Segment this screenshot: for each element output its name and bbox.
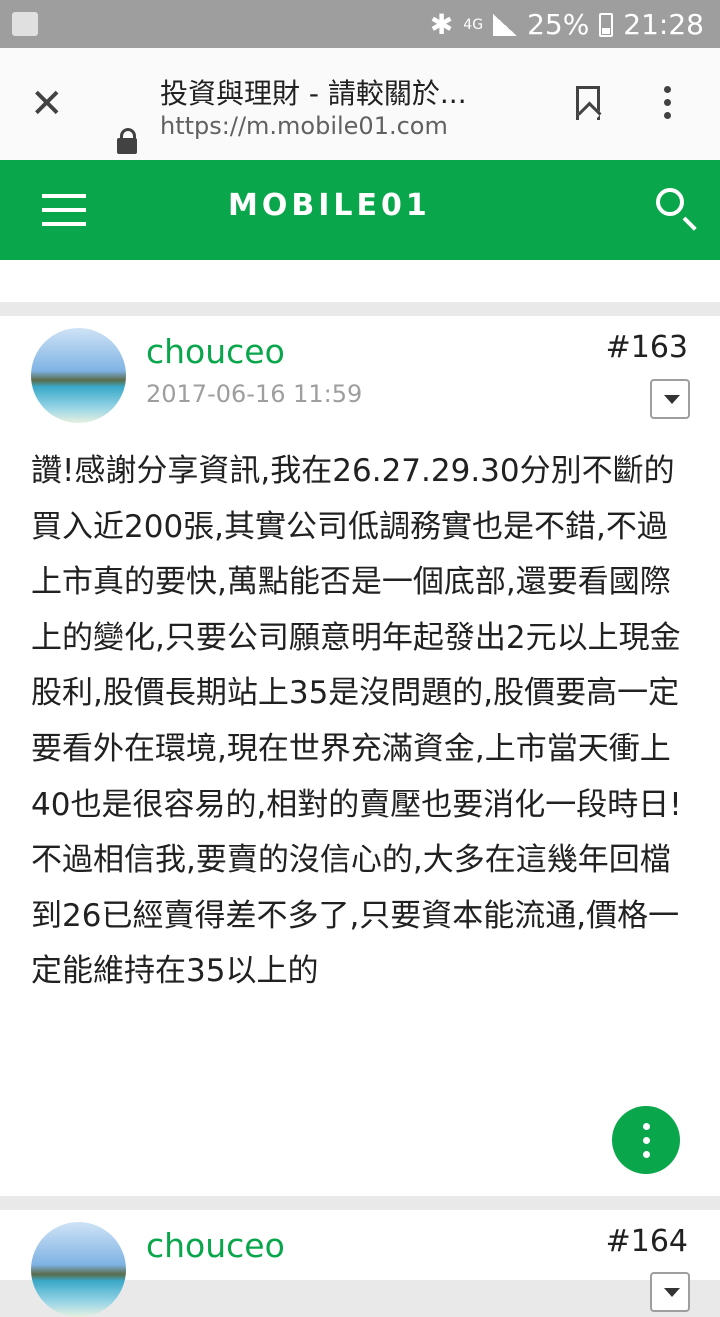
- avatar[interactable]: [31, 1222, 126, 1317]
- battery-percent: 25%: [527, 8, 590, 41]
- site-logo[interactable]: MOBILE01: [228, 188, 431, 223]
- site-header: MOBILE01: [0, 160, 720, 260]
- hamburger-menu-icon[interactable]: [42, 194, 86, 236]
- bookmark-icon[interactable]: [576, 86, 600, 120]
- close-icon[interactable]: ✕: [30, 84, 64, 124]
- post-options-dropdown[interactable]: [650, 1272, 690, 1312]
- post-date: 2017-06-16 11:59: [146, 380, 363, 408]
- bluetooth-icon: ✱: [429, 8, 454, 41]
- post-number: #163: [605, 330, 688, 365]
- header-spacer: [0, 260, 720, 302]
- post-number: #164: [605, 1224, 688, 1259]
- network-type: 4G: [463, 16, 484, 33]
- post-card: chouceo #164: [0, 1210, 720, 1317]
- post-body: 讚!感謝分享資訊,我在26.27.29.30分別不斷的買入近200張,其實公司低…: [31, 453, 682, 990]
- lock-icon[interactable]: [117, 128, 137, 154]
- status-bar: ✱ 4G 25% 21:28: [0, 0, 720, 48]
- battery-icon: [599, 12, 614, 37]
- browser-toolbar: ✕ 投資與理財 - 請較關於... https://m.mobile01.com: [0, 48, 720, 160]
- search-icon[interactable]: [656, 188, 684, 216]
- post-options-dropdown[interactable]: [650, 379, 690, 419]
- wifi-icon: [12, 12, 38, 36]
- overflow-menu-icon[interactable]: [664, 86, 672, 125]
- floating-menu-button[interactable]: [612, 1106, 680, 1174]
- signal-icon: [493, 13, 518, 36]
- post-author[interactable]: chouceo: [146, 332, 285, 371]
- clock: 21:28: [623, 8, 704, 41]
- url-text[interactable]: https://m.mobile01.com: [160, 112, 448, 140]
- post-author[interactable]: chouceo: [146, 1226, 285, 1265]
- avatar[interactable]: [31, 328, 126, 423]
- post-card: chouceo 2017-06-16 11:59 #163 讚!感謝分享資訊,我…: [0, 316, 720, 1196]
- page-title[interactable]: 投資與理財 - 請較關於...: [160, 72, 540, 112]
